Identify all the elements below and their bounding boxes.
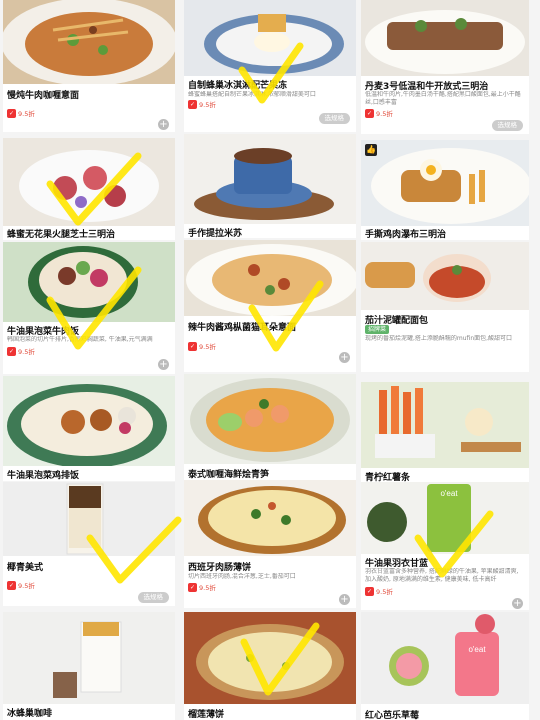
dish-image <box>184 480 356 556</box>
dish-image <box>361 0 529 76</box>
dish-image <box>3 138 175 226</box>
dish-name: 榴莲薄饼 <box>188 710 225 720</box>
dish-image <box>361 242 529 310</box>
dish-name: 手撕鸡肉瀑布三明治 <box>365 230 447 240</box>
dish-description: 蜂蜜蜂巢搭配自制芒果冰淇淋,浓郁顺滑甜美可口 <box>188 91 316 98</box>
menu-card[interactable]: 自制蜂巢冰淇淋配芒果冻 蜂蜜蜂巢搭配自制芒果冰淇淋,浓郁顺滑甜美可口 ✓ 9.5折… <box>184 0 356 132</box>
discount-icon: ✓ <box>7 580 16 590</box>
menu-card[interactable]: o'eat 红心芭乐草莓 <box>361 612 529 720</box>
dish-name: 青柠红薯条 <box>365 473 411 482</box>
svg-text:o'eat: o'eat <box>468 645 486 654</box>
dish-name: 牛油果泡菜鸡排饭 <box>7 471 80 481</box>
dish-image <box>184 0 356 76</box>
dish-image <box>361 382 529 468</box>
dish-name: 西班牙肉肠薄饼 <box>188 563 252 573</box>
dish-image <box>3 612 175 704</box>
menu-card[interactable]: 牛油果泡菜牛肉饭 韩国泡菜的切片牛排片,香煎鸡胸蔬菜, 牛油果,元气满满 ✓ 9.… <box>3 242 175 374</box>
add-to-cart-button[interactable]: + <box>158 359 169 370</box>
dish-name: 冰蜂巢咖啡 <box>7 709 53 719</box>
menu-card[interactable]: 丹麦3号低温和牛开放式三明治 低温和牛肉片,牛肉墨白汤干酪,搭配黑口酸面包,最上… <box>361 0 529 134</box>
dish-name: 自制蜂巢冰淇淋配芒果冻 <box>188 81 288 91</box>
dish-image <box>184 240 356 316</box>
discount-badge: ✓ 9.5折 <box>365 108 393 118</box>
menu-card[interactable]: 冰蜂巢咖啡 <box>3 612 175 720</box>
select-spec-button[interactable]: 选规格 <box>491 120 523 131</box>
menu-card[interactable]: 椰青美式 ✓ 9.5折 选规格 <box>3 482 175 606</box>
menu-card[interactable]: 手作提拉米苏 <box>184 134 356 238</box>
add-to-cart-button[interactable]: + <box>339 594 350 605</box>
dish-name: 慢炖牛肉咖喱意面 <box>7 91 80 101</box>
dish-name: 茄汁泥罐配面包 <box>365 316 429 326</box>
add-to-cart-button[interactable]: + <box>339 352 350 363</box>
discount-icon: ✓ <box>188 99 197 109</box>
dish-image: o'eat <box>361 482 529 554</box>
dish-image <box>3 376 175 466</box>
dish-name: 辣牛肉酱鸡枞菌猫耳朵意面 <box>188 323 297 333</box>
dish-image <box>184 374 356 464</box>
dish-description: 切片西班牙肉肠,混合洋葱,芝士,番茄可口 <box>188 573 296 580</box>
menu-card[interactable]: 泰式咖喱海鲜烩青笋 <box>184 374 356 480</box>
dish-image: o'eat <box>361 612 529 704</box>
discount-badge: ✓ 9.5折 <box>188 341 216 351</box>
discount-badge: ✓ 9.5折 <box>365 586 393 596</box>
discount-icon: ✓ <box>365 586 374 596</box>
discount-icon: ✓ <box>7 108 16 118</box>
add-to-cart-button[interactable]: + <box>512 598 523 609</box>
dish-description: 韩国泡菜的切片牛排片,香煎鸡胸蔬菜, 牛油果,元气满满 <box>7 336 153 343</box>
select-spec-button[interactable]: 选规格 <box>137 592 169 603</box>
menu-card[interactable]: 牛油果泡菜鸡排饭 <box>3 376 175 481</box>
dish-image: 👍 <box>361 140 529 226</box>
dish-description: 羽衣甘蓝富含多种营养, 搭配鲜绿的牛油果, 苹果酸甜清爽, 加入酸奶, 原地满满… <box>365 568 519 583</box>
svg-text:o'eat: o'eat <box>440 489 458 498</box>
dish-name: 泰式咖喱海鲜烩青笋 <box>188 470 270 480</box>
menu-card[interactable]: 青柠红薯条 <box>361 382 529 482</box>
menu-card[interactable]: 蜂蜜无花果火腿芝士三明治 <box>3 138 175 240</box>
dish-name: 手作提拉米苏 <box>188 229 243 238</box>
menu-card[interactable]: 👍 手撕鸡肉瀑布三明治 <box>361 140 529 240</box>
dish-image <box>3 482 175 556</box>
discount-badge: ✓ 9.5折 <box>7 580 35 590</box>
menu-card[interactable]: 辣牛肉酱鸡枞菌猫耳朵意面 ✓ 9.5折 + <box>184 240 356 372</box>
dish-image <box>184 134 356 224</box>
discount-icon: ✓ <box>7 346 16 356</box>
discount-icon: ✓ <box>188 341 197 351</box>
discount-badge: ✓ 9.5折 <box>7 346 35 356</box>
dish-image <box>184 612 356 704</box>
signature-badge: 招牌菜 <box>365 325 390 334</box>
dish-image <box>3 0 175 84</box>
add-to-cart-button[interactable]: + <box>158 119 169 130</box>
discount-badge: ✓ 9.5折 <box>188 582 216 592</box>
dish-name: 椰青美式 <box>7 563 44 573</box>
dish-name: 红心芭乐草莓 <box>365 711 420 720</box>
dish-name: 蜂蜜无花果火腿芝士三明治 <box>7 230 116 240</box>
discount-badge: ✓ 9.5折 <box>188 99 216 109</box>
discount-icon: ✓ <box>188 582 197 592</box>
discount-icon: ✓ <box>365 108 374 118</box>
menu-card[interactable]: 西班牙肉肠薄饼 切片西班牙肉肠,混合洋葱,芝士,番茄可口 ✓ 9.5折 + <box>184 480 356 608</box>
menu-card[interactable]: o'eat 牛油果羽衣甘蓝 羽衣甘蓝富含多种营养, 搭配鲜绿的牛油果, 苹果酸甜… <box>361 482 529 610</box>
dish-image <box>3 242 175 322</box>
menu-card[interactable]: 茄汁泥罐配面包 招牌菜 现烤的番茄烩泥罐,搭上添脆酥糯的mufin面包,酸甜可口 <box>361 242 529 372</box>
menu-card[interactable]: 慢炖牛肉咖喱意面 ✓ 9.5折 + <box>3 0 175 132</box>
dish-description: 现烤的番茄烩泥罐,搭上添脆酥糯的mufin面包,酸甜可口 <box>365 335 513 342</box>
recommend-badge-icon: 👍 <box>365 144 377 156</box>
menu-card[interactable]: 榴莲薄饼 <box>184 612 356 720</box>
discount-badge: ✓ 9.5折 <box>7 108 35 118</box>
dish-description: 低温和牛肉片,牛肉墨白汤干酪,搭配黑口酸面包,最上小干酪丝,口感丰富 <box>365 91 521 106</box>
select-spec-button[interactable]: 选规格 <box>318 113 350 124</box>
